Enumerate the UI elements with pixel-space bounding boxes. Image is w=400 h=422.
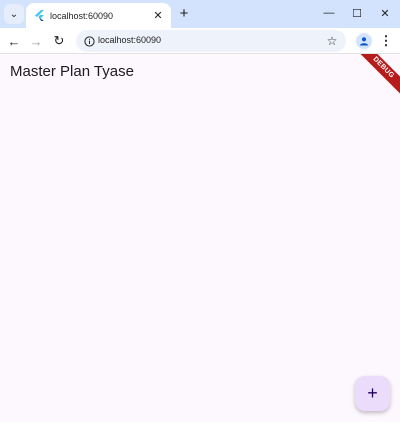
- site-info-icon[interactable]: [82, 34, 96, 48]
- bookmark-star-icon[interactable]: ☆: [324, 33, 340, 49]
- address-bar[interactable]: localhost:60090 ☆: [76, 30, 346, 52]
- close-window-icon[interactable]: ✕: [374, 3, 396, 23]
- browser-menu-icon[interactable]: ⋮: [379, 32, 393, 50]
- browser-tab[interactable]: localhost:60090 ✕: [26, 3, 171, 28]
- add-icon: +: [367, 383, 378, 403]
- maximize-icon[interactable]: ☐: [346, 3, 368, 23]
- url-text: localhost:60090: [98, 35, 162, 45]
- close-tab-icon[interactable]: ✕: [151, 9, 165, 23]
- forward-arrow-icon[interactable]: →: [26, 31, 46, 51]
- minimize-icon[interactable]: —: [318, 3, 340, 23]
- browser-toolbar: ← → ↻ localhost:60090 ☆ ⋮: [0, 28, 400, 54]
- tab-strip: ⌄ localhost:60090 ✕ + — ☐ ✕: [0, 0, 400, 28]
- browser-window: ⌄ localhost:60090 ✕ + — ☐ ✕ ← → ↻ localh…: [0, 0, 400, 422]
- new-tab-icon[interactable]: +: [176, 5, 192, 22]
- tab-title: localhost:60090: [50, 10, 114, 21]
- profile-avatar-icon[interactable]: [356, 33, 372, 49]
- back-arrow-icon[interactable]: ←: [4, 31, 24, 51]
- add-plan-button[interactable]: +: [355, 376, 390, 411]
- page-title: Master Plan Tyase: [10, 63, 134, 80]
- tab-search-button[interactable]: ⌄: [4, 4, 24, 24]
- app-page: Master Plan Tyase DEBUG +: [0, 54, 400, 422]
- flutter-favicon-icon: [34, 10, 44, 22]
- reload-icon[interactable]: ↻: [49, 31, 69, 51]
- debug-banner: DEBUG: [354, 54, 400, 97]
- chevron-down-icon: ⌄: [9, 8, 19, 20]
